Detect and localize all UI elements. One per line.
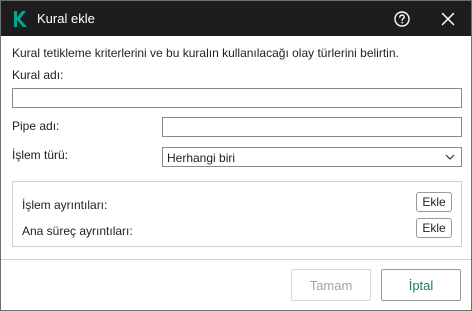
help-icon[interactable] (392, 9, 412, 29)
operation-type-selected: Herhangi biri (167, 151, 236, 165)
cancel-button[interactable]: İptal (381, 269, 461, 301)
dialog-title: Kural ekle (37, 11, 95, 26)
title-bar: Kural ekle (1, 1, 471, 36)
dialog-description: Kural tetikleme kriterlerini ve bu kural… (12, 46, 399, 60)
pipe-name-label: Pipe adı: (12, 119, 60, 133)
chevron-down-icon (445, 154, 455, 160)
add-operation-details-button[interactable]: Ekle (416, 192, 452, 212)
operation-type-label: İşlem türü: (12, 148, 69, 162)
operation-type-dropdown[interactable]: Herhangi biri (162, 147, 462, 167)
add-parent-process-details-button[interactable]: Ekle (416, 218, 452, 238)
parent-process-details-label: Ana süreç ayrıntıları: (22, 224, 133, 238)
add-rule-dialog: Kural ekle Kural tetikleme kriterlerini … (0, 0, 472, 311)
pipe-name-input[interactable] (162, 117, 462, 137)
details-group: İşlem ayrıntıları: Ekle Ana süreç ayrınt… (12, 181, 462, 247)
ok-button[interactable]: Tamam (291, 269, 371, 301)
rule-name-input[interactable] (12, 88, 462, 108)
operation-details-label: İşlem ayrıntıları: (22, 198, 108, 212)
dialog-footer: Tamam İptal (1, 259, 471, 310)
kaspersky-logo-icon (14, 11, 27, 27)
close-icon[interactable] (438, 9, 458, 29)
rule-name-label: Kural adı: (12, 68, 64, 82)
